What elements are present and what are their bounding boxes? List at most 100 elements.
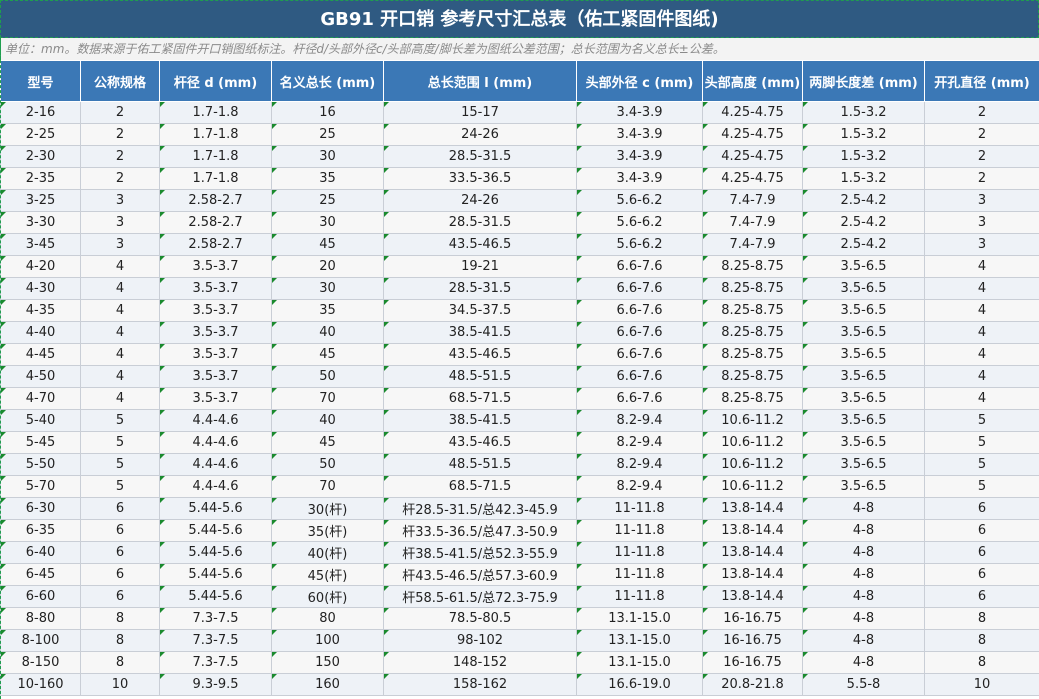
cell-length-range[interactable]: 24-26 [383, 123, 577, 146]
cell-hole-diameter[interactable]: 6 [924, 585, 1039, 608]
cell-nominal-length[interactable]: 25 [271, 123, 384, 146]
cell-head-height[interactable]: 16-16.75 [702, 651, 803, 674]
cell-nominal-size[interactable]: 6 [80, 585, 160, 608]
cell-hole-diameter[interactable]: 2 [924, 145, 1039, 168]
cell-length-range[interactable]: 38.5-41.5 [383, 321, 577, 344]
cell-nominal-length[interactable]: 45 [271, 343, 384, 366]
cell-head-diameter[interactable]: 3.4-3.9 [576, 167, 703, 190]
cell-model[interactable]: 6-60 [0, 585, 81, 608]
unit-note[interactable]: 单位：mm。数据来源于佑工紧固件开口销图纸标注。杆径d/头部外径c/头部高度/脚… [0, 38, 1039, 60]
cell-shank-diameter[interactable]: 4.4-4.6 [159, 475, 272, 498]
cell-head-height[interactable]: 16-16.75 [702, 629, 803, 652]
cell-nominal-size[interactable]: 6 [80, 497, 160, 520]
cell-hole-diameter[interactable]: 8 [924, 629, 1039, 652]
cell-nominal-size[interactable]: 8 [80, 629, 160, 652]
cell-head-diameter[interactable]: 6.6-7.6 [576, 255, 703, 278]
cell-nominal-length[interactable]: 80 [271, 607, 384, 630]
cell-nominal-size[interactable]: 5 [80, 475, 160, 498]
cell-head-height[interactable]: 4.25-4.75 [702, 101, 803, 124]
cell-shank-diameter[interactable]: 1.7-1.8 [159, 123, 272, 146]
cell-leg-difference[interactable]: 4-8 [802, 497, 925, 520]
cell-head-height[interactable]: 8.25-8.75 [702, 277, 803, 300]
cell-leg-difference[interactable]: 3.5-6.5 [802, 453, 925, 476]
cell-head-height[interactable]: 20.8-21.8 [702, 673, 803, 696]
cell-nominal-size[interactable]: 2 [80, 167, 160, 190]
header-head-height[interactable]: 头部高度 (mm) [702, 60, 803, 102]
cell-hole-diameter[interactable]: 2 [924, 101, 1039, 124]
cell-leg-difference[interactable]: 4-8 [802, 607, 925, 630]
cell-length-range[interactable]: 28.5-31.5 [383, 277, 577, 300]
cell-length-range[interactable]: 34.5-37.5 [383, 299, 577, 322]
cell-head-diameter[interactable]: 6.6-7.6 [576, 387, 703, 410]
cell-model[interactable]: 2-25 [0, 123, 81, 146]
cell-nominal-size[interactable]: 6 [80, 519, 160, 542]
cell-hole-diameter[interactable]: 5 [924, 453, 1039, 476]
cell-hole-diameter[interactable]: 8 [924, 651, 1039, 674]
cell-head-diameter[interactable]: 16.6-19.0 [576, 673, 703, 696]
cell-head-diameter[interactable]: 8.2-9.4 [576, 409, 703, 432]
cell-shank-diameter[interactable]: 5.44-5.6 [159, 541, 272, 564]
cell-shank-diameter[interactable]: 1.7-1.8 [159, 167, 272, 190]
cell-hole-diameter[interactable]: 2 [924, 167, 1039, 190]
cell-model[interactable]: 3-30 [0, 211, 81, 234]
cell-length-range[interactable]: 28.5-31.5 [383, 145, 577, 168]
cell-nominal-size[interactable]: 8 [80, 651, 160, 674]
cell-nominal-length[interactable]: 70 [271, 475, 384, 498]
cell-leg-difference[interactable]: 3.5-6.5 [802, 409, 925, 432]
cell-length-range[interactable]: 24-26 [383, 189, 577, 212]
cell-nominal-size[interactable]: 3 [80, 189, 160, 212]
cell-shank-diameter[interactable]: 3.5-3.7 [159, 321, 272, 344]
cell-shank-diameter[interactable]: 9.3-9.5 [159, 673, 272, 696]
cell-shank-diameter[interactable]: 5.44-5.6 [159, 563, 272, 586]
cell-shank-diameter[interactable]: 1.7-1.8 [159, 101, 272, 124]
cell-head-diameter[interactable]: 11-11.8 [576, 541, 703, 564]
cell-nominal-size[interactable]: 8 [80, 607, 160, 630]
cell-head-height[interactable]: 13.8-14.4 [702, 585, 803, 608]
cell-nominal-size[interactable]: 2 [80, 101, 160, 124]
cell-model[interactable]: 2-16 [0, 101, 81, 124]
header-model[interactable]: 型号 [0, 60, 81, 102]
cell-nominal-size[interactable]: 5 [80, 409, 160, 432]
cell-nominal-length[interactable]: 30 [271, 211, 384, 234]
cell-head-height[interactable]: 7.4-7.9 [702, 211, 803, 234]
cell-shank-diameter[interactable]: 7.3-7.5 [159, 607, 272, 630]
cell-nominal-size[interactable]: 4 [80, 255, 160, 278]
cell-leg-difference[interactable]: 2.5-4.2 [802, 233, 925, 256]
cell-nominal-size[interactable]: 4 [80, 321, 160, 344]
cell-head-diameter[interactable]: 11-11.8 [576, 563, 703, 586]
cell-leg-difference[interactable]: 1.5-3.2 [802, 101, 925, 124]
cell-head-diameter[interactable]: 8.2-9.4 [576, 475, 703, 498]
cell-leg-difference[interactable]: 3.5-6.5 [802, 387, 925, 410]
cell-leg-difference[interactable]: 2.5-4.2 [802, 189, 925, 212]
cell-length-range[interactable]: 98-102 [383, 629, 577, 652]
cell-nominal-length[interactable]: 35 [271, 299, 384, 322]
cell-leg-difference[interactable]: 1.5-3.2 [802, 123, 925, 146]
cell-hole-diameter[interactable]: 8 [924, 607, 1039, 630]
cell-length-range[interactable]: 38.5-41.5 [383, 409, 577, 432]
cell-hole-diameter[interactable]: 4 [924, 299, 1039, 322]
cell-nominal-size[interactable]: 3 [80, 233, 160, 256]
cell-head-diameter[interactable]: 13.1-15.0 [576, 607, 703, 630]
cell-nominal-length[interactable]: 50 [271, 365, 384, 388]
cell-head-height[interactable]: 8.25-8.75 [702, 255, 803, 278]
cell-shank-diameter[interactable]: 3.5-3.7 [159, 387, 272, 410]
cell-nominal-length[interactable]: 45 [271, 233, 384, 256]
cell-model[interactable]: 6-35 [0, 519, 81, 542]
cell-model[interactable]: 5-70 [0, 475, 81, 498]
cell-head-diameter[interactable]: 5.6-6.2 [576, 233, 703, 256]
cell-shank-diameter[interactable]: 3.5-3.7 [159, 255, 272, 278]
cell-nominal-length[interactable]: 45(杆) [271, 563, 384, 586]
cell-length-range[interactable]: 148-152 [383, 651, 577, 674]
cell-hole-diameter[interactable]: 3 [924, 189, 1039, 212]
cell-length-range[interactable]: 43.5-46.5 [383, 343, 577, 366]
cell-nominal-length[interactable]: 160 [271, 673, 384, 696]
cell-leg-difference[interactable]: 3.5-6.5 [802, 431, 925, 454]
cell-head-diameter[interactable]: 6.6-7.6 [576, 365, 703, 388]
cell-model[interactable]: 4-30 [0, 277, 81, 300]
cell-shank-diameter[interactable]: 4.4-4.6 [159, 431, 272, 454]
cell-leg-difference[interactable]: 3.5-6.5 [802, 365, 925, 388]
header-leg-difference[interactable]: 两脚长度差 (mm) [802, 60, 925, 102]
cell-shank-diameter[interactable]: 7.3-7.5 [159, 629, 272, 652]
cell-head-diameter[interactable]: 13.1-15.0 [576, 629, 703, 652]
cell-shank-diameter[interactable]: 4.4-4.6 [159, 453, 272, 476]
